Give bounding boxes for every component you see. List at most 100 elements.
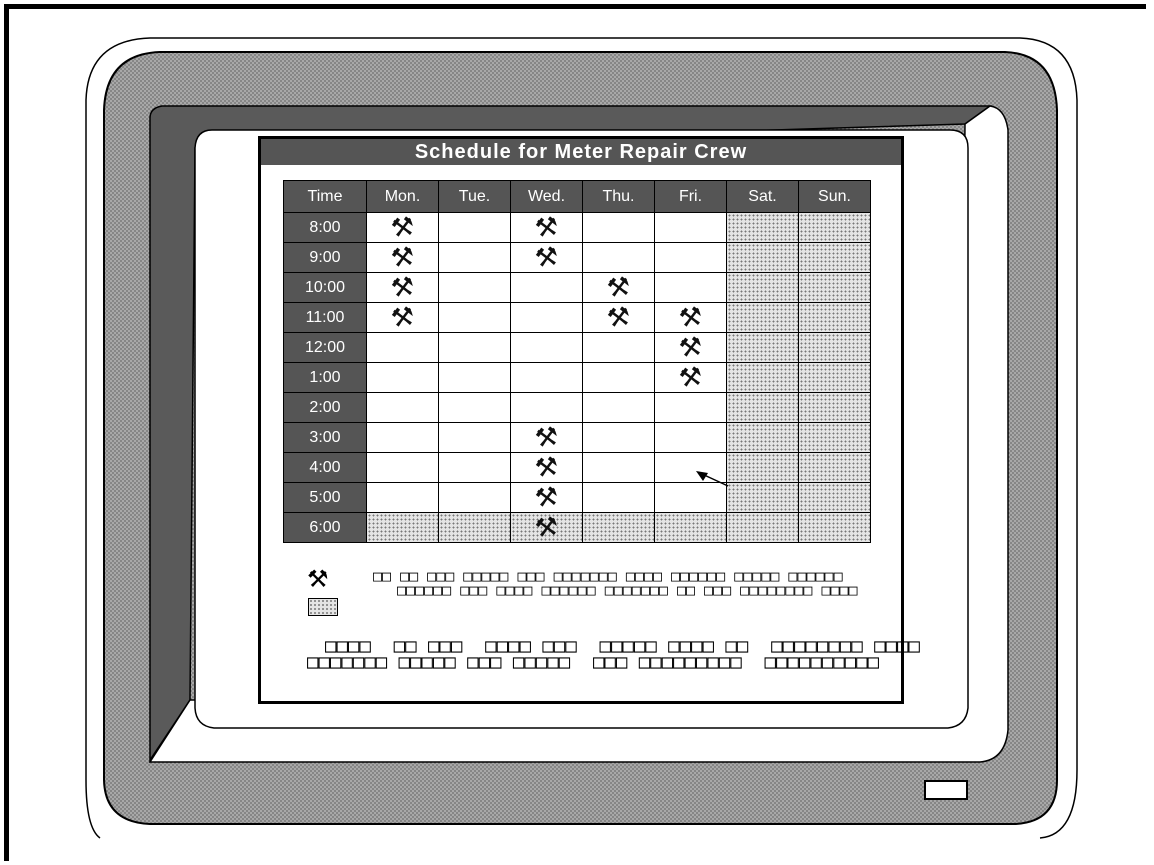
schedule-slot[interactable]: ⚒ [510, 451, 583, 484]
schedule-slot[interactable] [366, 392, 439, 423]
schedule-slot[interactable] [582, 392, 655, 423]
unavailable-slot[interactable] [726, 392, 799, 423]
column-header-day: Sun. [798, 180, 871, 213]
schedule-slot[interactable] [654, 422, 727, 453]
unavailable-slot[interactable] [438, 512, 511, 543]
unavailable-slot[interactable] [726, 242, 799, 273]
unavailable-slot[interactable] [726, 482, 799, 513]
schedule-slot[interactable] [438, 482, 511, 513]
unavailable-slot[interactable] [366, 512, 439, 543]
unavailable-slot[interactable] [798, 332, 871, 363]
unavailable-slot[interactable] [798, 242, 871, 273]
schedule-slot[interactable]: ⚒ [510, 241, 583, 274]
crossed-pick-icon: ⚒ [388, 301, 417, 334]
schedule-slot[interactable]: ⚒ [582, 271, 655, 304]
schedule-slot[interactable] [438, 452, 511, 483]
schedule-slot[interactable] [510, 392, 583, 423]
schedule-slot[interactable]: ⚒ [510, 481, 583, 514]
schedule-slot[interactable] [438, 302, 511, 333]
schedule-slot[interactable] [438, 242, 511, 273]
crossed-pick-icon: ⚒ [604, 271, 633, 304]
unavailable-slot[interactable] [798, 512, 871, 543]
unavailable-slot[interactable] [798, 392, 871, 423]
crossed-pick-icon: ⚒ [676, 331, 705, 364]
schedule-slot[interactable] [438, 212, 511, 243]
schedule-row: 1:00 ⚒ [283, 361, 871, 394]
unavailable-slot[interactable] [726, 272, 799, 303]
schedule-slot[interactable] [582, 242, 655, 273]
unavailable-slot[interactable] [582, 512, 655, 543]
schedule-slot[interactable] [366, 452, 439, 483]
schedule-slot[interactable]: ⚒ [654, 301, 727, 334]
unavailable-slot[interactable] [798, 452, 871, 483]
schedule-slot[interactable] [582, 452, 655, 483]
schedule-slot[interactable] [510, 332, 583, 363]
schedule-slot[interactable] [438, 392, 511, 423]
unavailable-slot[interactable] [654, 512, 727, 543]
unavailable-slot[interactable]: ⚒ [510, 511, 583, 544]
schedule-slot[interactable]: ⚒ [582, 301, 655, 334]
unavailable-slot[interactable] [798, 212, 871, 243]
schedule-slot[interactable] [582, 332, 655, 363]
unavailable-slot[interactable] [798, 482, 871, 513]
schedule-grid: Time Mon. Tue. Wed. Thu. Fri. Sat. Sun. 8:00 ⚒ ⚒ 9… [283, 180, 871, 544]
schedule-row: 12:00 ⚒ [283, 331, 871, 364]
schedule-row: 3:00 ⚒ [283, 421, 871, 454]
schedule-slot[interactable] [366, 362, 439, 393]
schedule-slot[interactable]: ⚒ [654, 361, 727, 394]
crossed-pick-icon: ⚒ [676, 301, 705, 334]
schedule-slot[interactable] [510, 362, 583, 393]
schedule-slot[interactable]: ⚒ [366, 211, 439, 244]
schedule-slot[interactable]: ⚒ [510, 211, 583, 244]
time-slot-label: 12:00 [283, 332, 367, 363]
unavailable-slot[interactable] [726, 362, 799, 393]
schedule-slot[interactable] [654, 242, 727, 273]
schedule-row: 8:00 ⚒ ⚒ [283, 211, 871, 244]
schedule-slot[interactable]: ⚒ [510, 421, 583, 454]
unavailable-slot[interactable] [798, 362, 871, 393]
schedule-slot[interactable] [438, 362, 511, 393]
schedule-slot[interactable] [438, 332, 511, 363]
schedule-slot[interactable] [654, 272, 727, 303]
schedule-slot[interactable] [654, 392, 727, 423]
schedule-slot[interactable] [438, 272, 511, 303]
unavailable-slot[interactable] [798, 272, 871, 303]
schedule-slot[interactable]: ⚒ [366, 241, 439, 274]
unavailable-slot[interactable] [726, 212, 799, 243]
schedule-slot[interactable] [366, 332, 439, 363]
crossed-pick-icon: ⚒ [532, 241, 561, 274]
schedule-row: 2:00 [283, 392, 871, 423]
time-slot-label: 4:00 [283, 452, 367, 483]
unavailable-slot[interactable] [726, 302, 799, 333]
column-header-day: Tue. [438, 180, 511, 213]
schedule-row: 10:00 ⚒ ⚒ [283, 271, 871, 304]
schedule-slot[interactable] [582, 212, 655, 243]
time-slot-label: 8:00 [283, 212, 367, 243]
schedule-slot[interactable]: ⚒ [366, 301, 439, 334]
schedule-slot[interactable] [582, 362, 655, 393]
time-slot-label: 9:00 [283, 242, 367, 273]
schedule-slot[interactable] [438, 422, 511, 453]
schedule-slot[interactable] [582, 482, 655, 513]
time-slot-label: 6:00 [283, 512, 367, 543]
unavailable-slot[interactable] [798, 422, 871, 453]
unavailable-slot[interactable] [726, 452, 799, 483]
schedule-slot[interactable] [510, 302, 583, 333]
column-header-time: Time [283, 180, 367, 213]
schedule-slot[interactable] [366, 482, 439, 513]
time-slot-label: 2:00 [283, 392, 367, 423]
crossed-pick-icon: ⚒ [388, 271, 417, 304]
unavailable-slot[interactable] [726, 512, 799, 543]
unavailable-slot[interactable] [798, 302, 871, 333]
schedule-slot[interactable] [366, 422, 439, 453]
schedule-slot[interactable] [510, 272, 583, 303]
time-slot-label: 1:00 [283, 362, 367, 393]
schedule-slot[interactable] [654, 212, 727, 243]
unavailable-slot[interactable] [726, 422, 799, 453]
unavailable-slot[interactable] [726, 332, 799, 363]
crossed-pick-icon: ⚒ [388, 241, 417, 274]
schedule-slot[interactable]: ⚒ [366, 271, 439, 304]
schedule-slot[interactable]: ⚒ [654, 331, 727, 364]
time-slot-label: 3:00 [283, 422, 367, 453]
schedule-slot[interactable] [582, 422, 655, 453]
